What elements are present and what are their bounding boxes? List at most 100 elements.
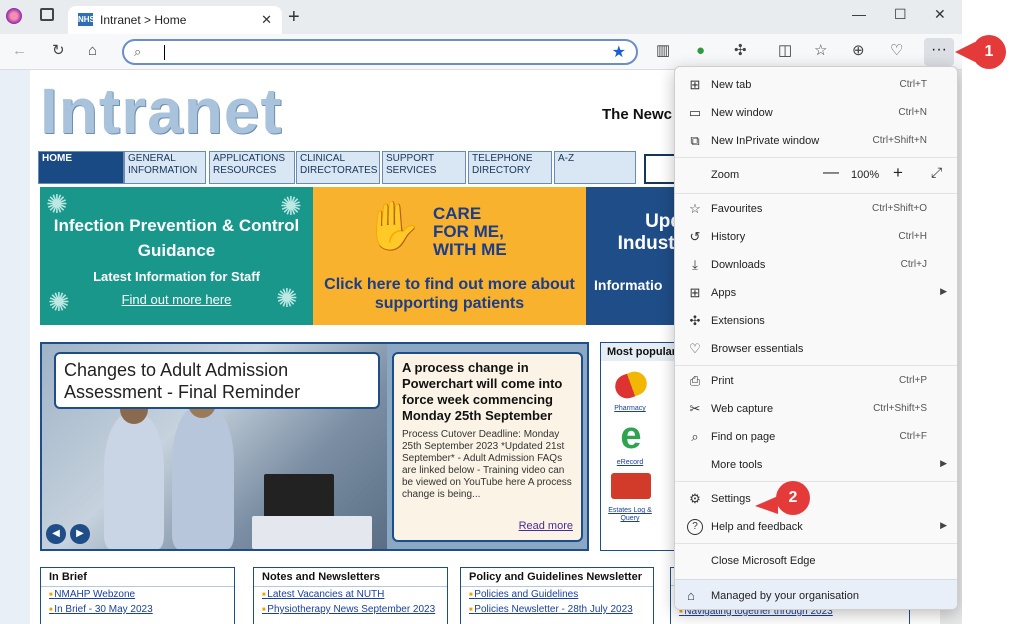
favourites-icon: ☆ bbox=[689, 201, 701, 216]
nav-clinical-directorates[interactable]: CLINICAL DIRECTORATES bbox=[296, 151, 380, 184]
nurse-figure bbox=[104, 414, 164, 549]
carousel-prev-icon[interactable]: ◀ bbox=[46, 524, 66, 544]
menu-new-tab[interactable]: ⊞ New tab Ctrl+T bbox=[675, 71, 957, 99]
notes-link[interactable]: Latest Vacancies at NUTH bbox=[254, 587, 447, 602]
fullscreen-icon[interactable]: ⤢ bbox=[931, 164, 942, 181]
refresh-icon[interactable]: ↻ bbox=[52, 43, 65, 59]
banner2-cta[interactable]: Click here to find out more about suppor… bbox=[313, 275, 586, 313]
back-icon[interactable]: ← bbox=[12, 43, 27, 59]
menu-web-capture[interactable]: ✂ Web capture Ctrl+Shift+S bbox=[675, 395, 957, 423]
most-popular-panel: Most popular Pharmacy e eRecord Estates … bbox=[600, 342, 680, 551]
find-icon: ⌕ bbox=[691, 429, 699, 444]
home-icon[interactable]: ⌂ bbox=[88, 43, 97, 59]
settings-and-more-button[interactable]: ··· bbox=[924, 38, 954, 66]
tab-intranet-home[interactable]: NHS Intranet > Home ✕ bbox=[68, 6, 282, 34]
in-brief-link[interactable]: NMAHP Webzone bbox=[41, 587, 234, 602]
erecord-icon[interactable]: e bbox=[615, 417, 647, 455]
nav-support-services[interactable]: SUPPORT SERVICES bbox=[382, 151, 466, 184]
policy-newsletter-box: Policy and Guidelines Newsletter Policie… bbox=[460, 567, 654, 624]
carousel-next-icon[interactable]: ▶ bbox=[70, 524, 90, 544]
menu-print[interactable]: ⎙ Print Ctrl+P bbox=[675, 367, 957, 395]
menu-more-tools[interactable]: More tools ▶ bbox=[675, 451, 957, 479]
nav-applications-resources[interactable]: APPLICATIONS RESOURCES bbox=[209, 151, 295, 184]
virus-icon: ✺ bbox=[276, 283, 298, 313]
menu-favourites[interactable]: ☆ Favourites Ctrl+Shift+O bbox=[675, 195, 957, 223]
tab-actions-icon[interactable] bbox=[40, 8, 54, 21]
menu-browser-essentials[interactable]: ♡ Browser essentials bbox=[675, 335, 957, 363]
maximize-icon[interactable]: ☐ bbox=[894, 6, 907, 23]
policy-heading: Policy and Guidelines Newsletter bbox=[461, 568, 653, 587]
pharmacy-icon[interactable] bbox=[611, 368, 651, 402]
care-for-me-banner[interactable]: ✋ CARE FOR ME, WITH ME Click here to fin… bbox=[313, 187, 586, 325]
split-screen-icon[interactable]: ◫ bbox=[778, 43, 792, 59]
in-brief-link[interactable]: In Brief - 30 May 2023 bbox=[41, 602, 234, 617]
nav-a-z[interactable]: A-Z bbox=[554, 151, 636, 184]
menu-shortcut: Ctrl+J bbox=[900, 259, 927, 270]
nav-general-information[interactable]: GENERAL INFORMATION bbox=[124, 151, 206, 184]
menu-settings[interactable]: ⚙ Settings bbox=[675, 485, 957, 513]
nurse-figure bbox=[172, 406, 234, 549]
managed-by-organisation[interactable]: ⌂ Managed by your organisation bbox=[675, 579, 957, 609]
menu-label: Extensions bbox=[711, 315, 765, 327]
text-caret bbox=[164, 45, 165, 60]
menu-separator bbox=[675, 365, 957, 366]
extensions-puzzle-icon[interactable]: ✣ bbox=[734, 43, 747, 59]
menu-help-feedback[interactable]: ? Help and feedback ▶ bbox=[675, 513, 957, 541]
nav-telephone-directory[interactable]: TELEPHONE DIRECTORY bbox=[468, 151, 552, 184]
care-line-2: FOR ME, bbox=[433, 222, 504, 241]
intranet-logo[interactable]: Intranet bbox=[40, 74, 283, 148]
address-bar[interactable]: ⌕ ★ bbox=[122, 39, 638, 65]
zoom-out-button[interactable]: — bbox=[823, 164, 839, 182]
browser-essentials-toolbar-icon[interactable]: ♡ bbox=[890, 43, 903, 59]
main-nav: HOME GENERAL INFORMATION APPLICATIONS RE… bbox=[38, 151, 636, 184]
page-margin bbox=[0, 70, 30, 624]
briefcase-icon: ⌂ bbox=[687, 588, 695, 603]
menu-extensions[interactable]: ✣ Extensions bbox=[675, 307, 957, 335]
nav-home[interactable]: HOME bbox=[38, 151, 124, 184]
menu-history[interactable]: ↺ History Ctrl+H bbox=[675, 223, 957, 251]
popular-estates-link[interactable]: Estates Log & Query bbox=[605, 507, 655, 523]
infection-prevention-banner[interactable]: ✺ ✺ ✺ ✺ Infection Prevention & Control G… bbox=[40, 187, 313, 325]
reader-view-icon[interactable]: ▥ bbox=[656, 43, 670, 59]
news-story: A process change in Powerchart will come… bbox=[392, 352, 583, 542]
downloads-icon: ⤓ bbox=[692, 257, 698, 272]
menu-separator bbox=[675, 157, 957, 158]
new-tab-button[interactable]: + bbox=[288, 7, 300, 27]
menu-new-window[interactable]: ▭ New window Ctrl+N bbox=[675, 99, 957, 127]
collections-icon[interactable]: ⊕ bbox=[852, 43, 865, 59]
menu-downloads[interactable]: ⤓ Downloads Ctrl+J bbox=[675, 251, 957, 279]
zoom-label: Zoom bbox=[711, 169, 740, 181]
popular-erecord-link[interactable]: eRecord bbox=[605, 459, 655, 467]
menu-close-edge[interactable]: Close Microsoft Edge bbox=[675, 547, 957, 575]
notes-link[interactable]: Physiotherapy News September 2023 bbox=[254, 602, 447, 617]
zoom-in-button[interactable]: + bbox=[893, 163, 903, 183]
menu-new-inprivate-window[interactable]: ⧉ New InPrivate window Ctrl+Shift+N bbox=[675, 127, 957, 155]
most-popular-heading: Most popular bbox=[601, 343, 679, 361]
menu-label: New tab bbox=[711, 79, 752, 91]
banner1-sub: Latest Information for Staff bbox=[93, 269, 260, 284]
menu-label: Web capture bbox=[711, 403, 774, 415]
menu-separator bbox=[675, 543, 957, 544]
extension-drop-icon[interactable]: ● bbox=[696, 43, 705, 59]
menu-apps[interactable]: ⊞ Apps ▶ bbox=[675, 279, 957, 307]
menu-label: Settings bbox=[711, 493, 751, 505]
policy-link[interactable]: Policies Newsletter - 28th July 2023 bbox=[461, 602, 653, 617]
read-more-link[interactable]: Read more bbox=[519, 520, 573, 532]
tab-bar: NHS Intranet > Home ✕ + — ☐ ✕ bbox=[0, 0, 962, 34]
caring-hands-icon: ✋ bbox=[363, 200, 423, 253]
banner1-link[interactable]: Find out more here bbox=[40, 292, 313, 307]
menu-find-on-page[interactable]: ⌕ Find on page Ctrl+F bbox=[675, 423, 957, 451]
news-headline[interactable]: Changes to Adult Admission Assessment - … bbox=[54, 352, 380, 409]
tab-close-icon[interactable]: ✕ bbox=[261, 12, 272, 28]
close-window-icon[interactable]: ✕ bbox=[934, 6, 946, 23]
minimize-icon[interactable]: — bbox=[852, 6, 866, 22]
favorites-bar-icon[interactable]: ☆ bbox=[814, 43, 827, 59]
menu-shortcut: Ctrl+Shift+O bbox=[871, 203, 927, 214]
virus-icon: ✺ bbox=[280, 191, 302, 221]
favorite-star-icon[interactable]: ★ bbox=[612, 42, 626, 62]
estates-toolbox-icon[interactable] bbox=[611, 473, 651, 499]
popular-pharmacy-link[interactable]: Pharmacy bbox=[605, 405, 655, 413]
callout-2: 2 bbox=[776, 481, 810, 515]
profile-icon[interactable] bbox=[6, 8, 22, 24]
policy-link[interactable]: Policies and Guidelines bbox=[461, 587, 653, 602]
